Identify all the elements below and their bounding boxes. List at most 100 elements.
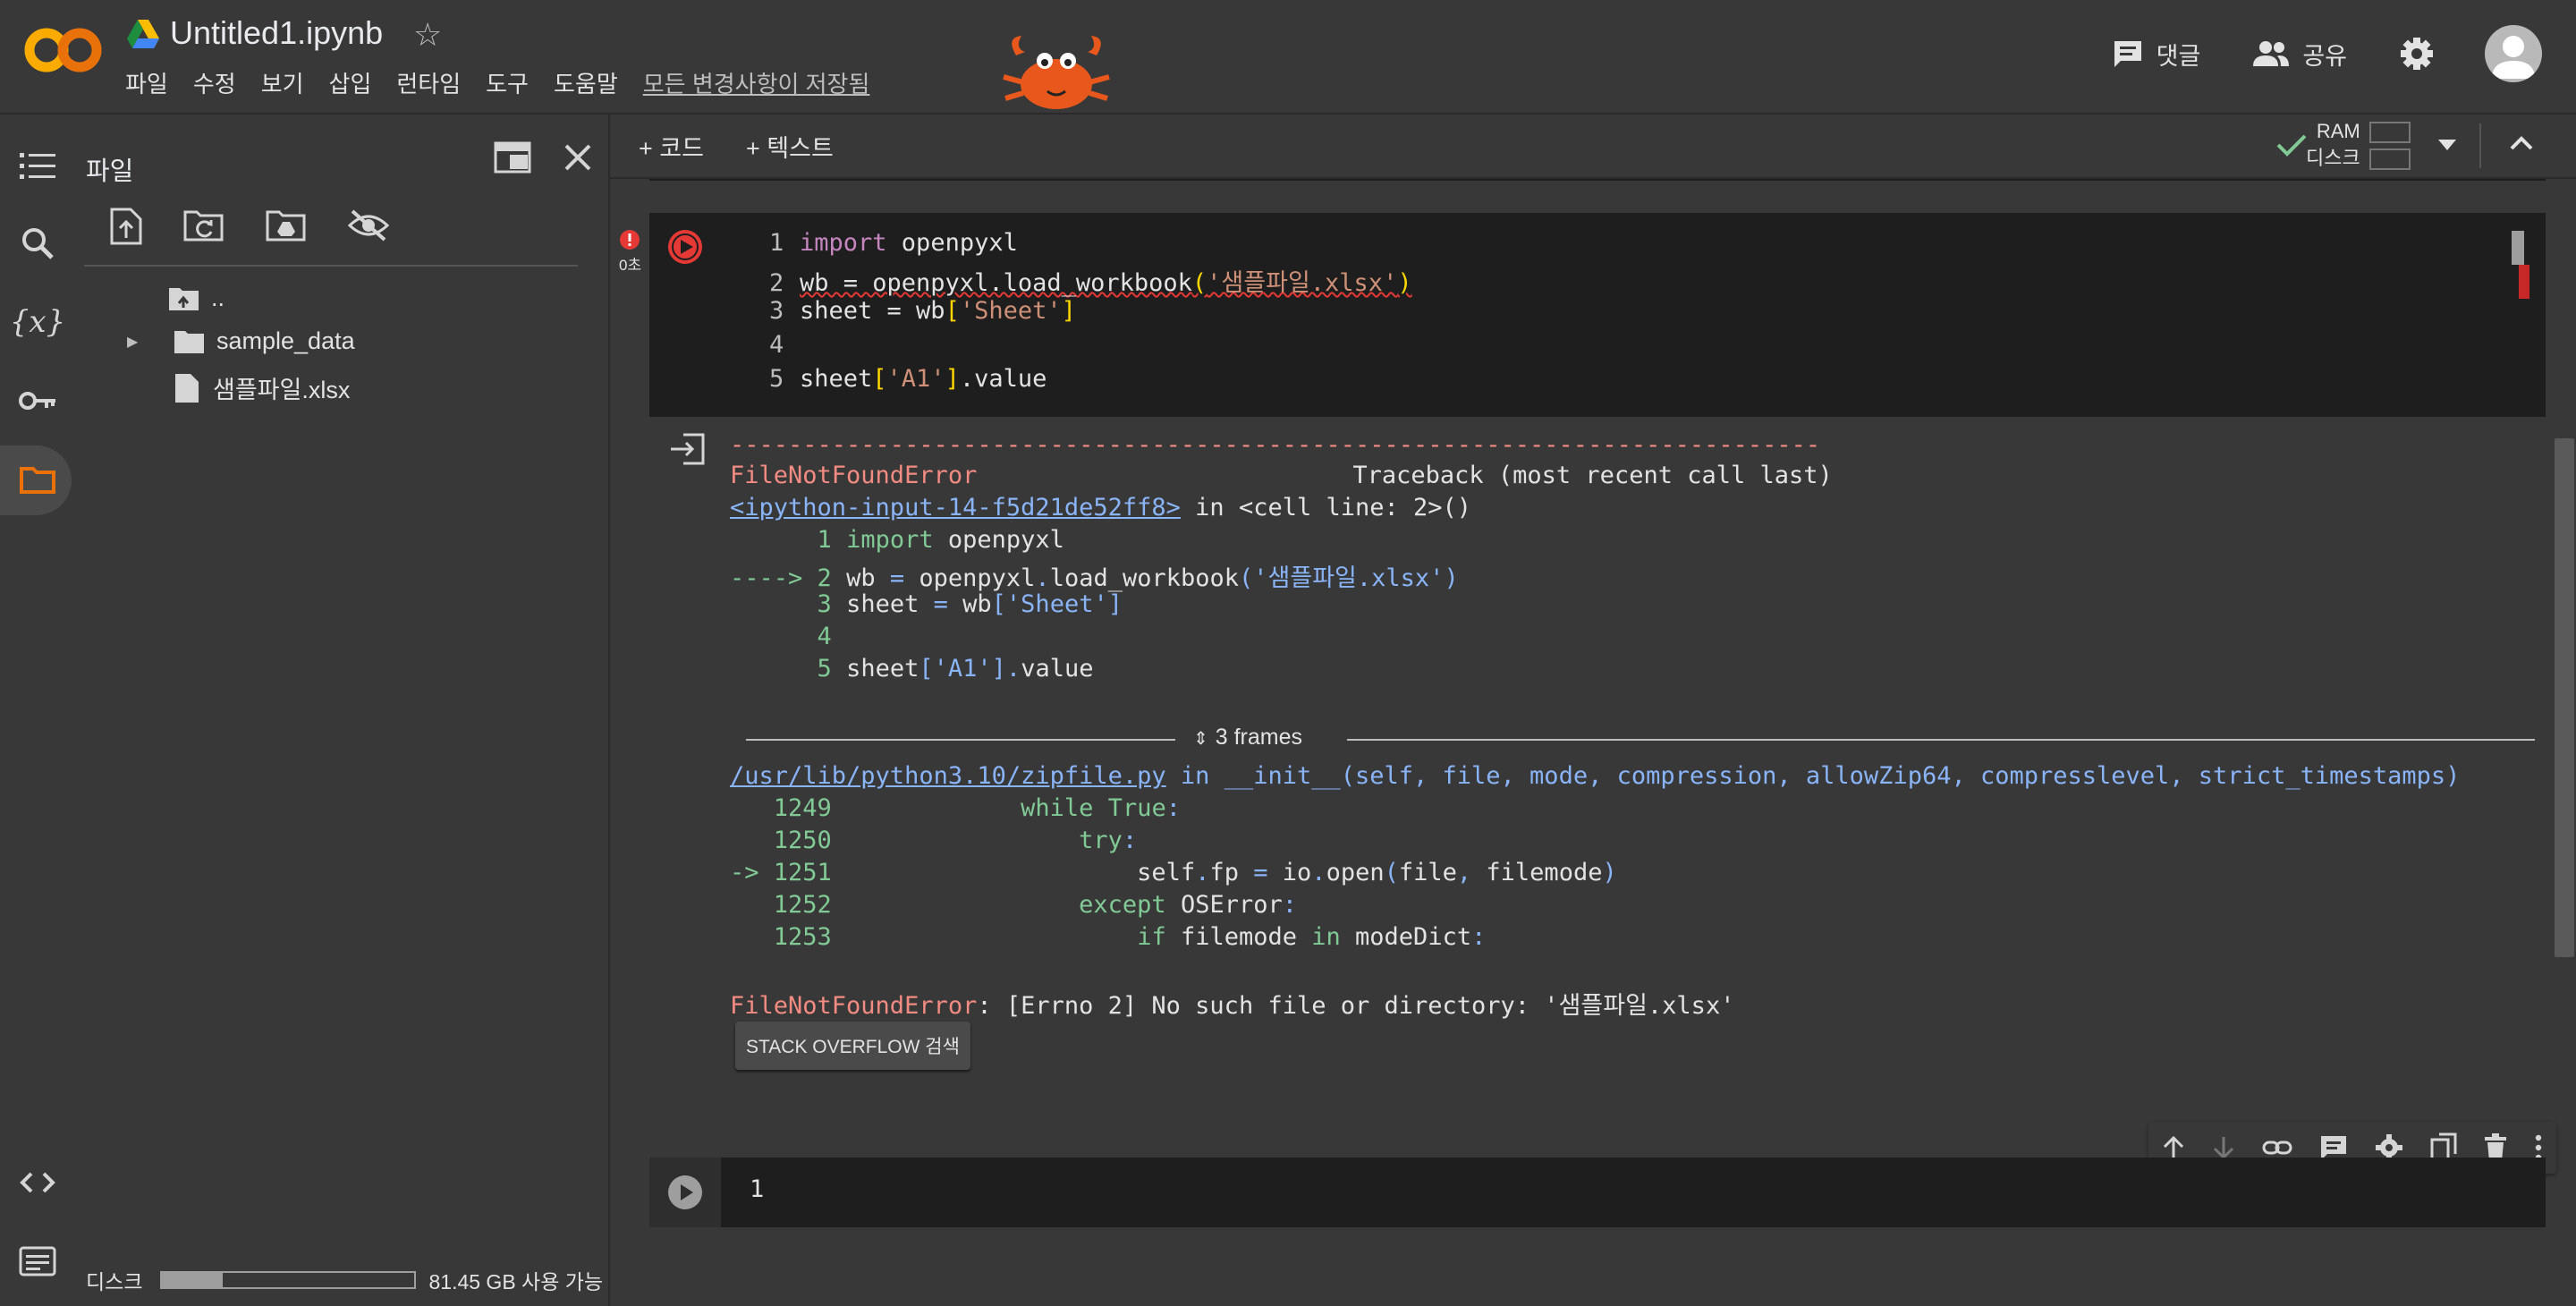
add-code-button[interactable]: + 코드	[639, 129, 704, 164]
hide-files-eye-icon[interactable]	[347, 208, 390, 243]
tb-code-5: 5 sheet['A1'].value	[817, 655, 1094, 683]
search-icon[interactable]	[16, 222, 59, 265]
comment-label: 댓글	[2156, 42, 2201, 70]
notebook-title[interactable]: Untitled1.ipynb	[170, 14, 383, 52]
collapse-header-chevron-up-icon[interactable]	[2510, 136, 2533, 150]
variables-icon[interactable]: {x}	[10, 301, 65, 343]
comment-button[interactable]: 댓글	[2112, 37, 2201, 72]
move-down-arrow-icon[interactable]	[2212, 1135, 2235, 1160]
cell-gutter	[649, 213, 721, 417]
disk-free-text: 81.45 GB 사용 가능	[428, 1270, 604, 1293]
file-icon	[175, 373, 199, 403]
exec-time: 0초	[619, 257, 642, 274]
code-line-4: 4	[769, 331, 784, 359]
files-panel: 파일 .. ▶ sample_data 샘플파일.xlsx 디스크 81.45 …	[77, 114, 610, 1306]
code-line-3: 3 sheet = wb['Sheet']	[769, 297, 1076, 325]
expand-updown-icon: ⇕	[1193, 729, 1208, 749]
avatar-person-icon	[2492, 36, 2535, 79]
dropdown-arrow-icon[interactable]	[2438, 140, 2456, 150]
cell-output: ----------------------------------------…	[649, 417, 2546, 1097]
final-error-line: FileNotFoundError: [Errno 2] No such fil…	[730, 992, 1735, 1020]
empty-cell-line: 1	[750, 1175, 765, 1203]
header-actions: 댓글 공유	[2112, 25, 2576, 82]
menu-runtime[interactable]: 런타임	[396, 66, 461, 99]
files-divider	[84, 265, 578, 267]
empty-code-cell[interactable]: 1	[649, 1158, 2546, 1227]
traceback-dashes: ----------------------------------------…	[730, 431, 1821, 459]
menu-bar: 파일 수정 보기 삽입 런타임 도구 도움말 모든 변경사항이 저장됨	[125, 66, 894, 99]
menu-edit[interactable]: 수정	[193, 66, 236, 99]
minimap-error-marker	[2519, 265, 2529, 299]
clear-output-icon[interactable]	[669, 433, 705, 465]
code-line-2: 2 wb = openpyxl.load_workbook('샘플파일.xlsx'…	[769, 269, 1412, 297]
tree-item-xlsx-file[interactable]: 샘플파일.xlsx	[122, 370, 350, 405]
move-up-arrow-icon[interactable]	[2162, 1135, 2185, 1160]
caret-right-icon[interactable]: ▶	[122, 333, 174, 351]
menu-view[interactable]: 보기	[261, 66, 304, 99]
disk-usage-fill	[162, 1273, 224, 1287]
zip-code-1253: 1253 if filemode in modeDict:	[773, 923, 1487, 951]
tb-code-3: 3 sheet = wb['Sheet']	[817, 590, 1123, 618]
zipfile-line: /usr/lib/python3.10/zipfile.py in __init…	[730, 762, 2461, 790]
folder-icon	[174, 330, 204, 353]
terminal-icon[interactable]	[16, 1240, 59, 1283]
star-icon[interactable]: ☆	[413, 16, 442, 54]
minimap-indicator	[2512, 231, 2524, 265]
refresh-folder-icon[interactable]	[182, 208, 225, 243]
table-of-contents-icon[interactable]	[16, 145, 59, 188]
tree-item-sample-data[interactable]: ▶ sample_data	[122, 327, 355, 355]
files-panel-title: 파일	[86, 157, 134, 186]
prev-cell-edge	[649, 179, 2546, 181]
code-line-5: 5 sheet['A1'].value	[769, 365, 1047, 393]
code-snippets-icon[interactable]	[16, 1161, 59, 1204]
secrets-key-icon[interactable]	[16, 379, 59, 422]
code-cell[interactable]: 1 import openpyxl 2 wb = openpyxl.load_wor…	[649, 213, 2546, 417]
menu-help[interactable]: 도움말	[554, 66, 618, 99]
comment-icon	[2114, 41, 2141, 67]
code-line-1: 1 import openpyxl	[769, 229, 1018, 257]
menu-insert[interactable]: 삽입	[329, 66, 372, 99]
run-cell-button[interactable]	[667, 229, 703, 265]
share-button[interactable]: 공유	[2252, 37, 2347, 72]
collapsed-frames-toggle[interactable]: ⇕ 3 frames	[746, 723, 2535, 755]
tree-item-label: ..	[211, 284, 225, 311]
notebook-scrollbar[interactable]	[2555, 438, 2574, 957]
close-icon[interactable]	[564, 143, 592, 172]
zip-code-1249: 1249 while True:	[773, 794, 1181, 822]
side-icon-rail: {x}	[0, 114, 78, 1306]
files-folder-icon[interactable]	[16, 458, 59, 501]
google-drive-icon	[127, 20, 159, 48]
add-text-button[interactable]: + 텍스트	[746, 129, 834, 164]
tree-item-parent[interactable]: ..	[122, 284, 225, 312]
menu-tools[interactable]: 도구	[486, 66, 529, 99]
tb-code-4: 4	[817, 623, 832, 650]
tb-code-2: ----> 2 wb = openpyxl.load_workbook('샘플파…	[730, 564, 1459, 592]
disk-usage: 디스크 81.45 GB 사용 가능	[86, 1265, 603, 1295]
disk-label: 디스크	[86, 1270, 143, 1293]
resource-monitor[interactable]: RAM 디스크	[2306, 118, 2411, 172]
settings-gear-icon[interactable]	[2399, 36, 2435, 72]
tree-item-label: 샘플파일.xlsx	[213, 377, 351, 403]
crab-mascot-icon	[1003, 36, 1110, 109]
user-avatar[interactable]	[2485, 25, 2542, 82]
saved-status-link[interactable]: 모든 변경사항이 저장됨	[643, 66, 870, 99]
menu-file[interactable]: 파일	[125, 66, 168, 99]
zip-code-1250: 1250 try:	[773, 827, 1138, 854]
ipython-input-link[interactable]: <ipython-input-14-f5d21de52ff8>	[730, 494, 1181, 522]
open-in-tab-icon[interactable]	[494, 141, 531, 174]
run-cell-button[interactable]	[667, 1175, 703, 1210]
tree-item-label: sample_data	[216, 327, 355, 354]
upload-file-icon[interactable]	[109, 208, 143, 245]
ram-bar	[2368, 122, 2411, 144]
frames-rule-left	[746, 739, 1175, 741]
traceback-header: FileNotFoundError Traceback (most recent …	[730, 462, 1833, 489]
zipfile-link[interactable]: /usr/lib/python3.10/zipfile.py	[730, 762, 1166, 790]
notebook-toolbar: + 코드 + 텍스트 RAM 디스크	[610, 114, 2576, 179]
traceback-input-line: <ipython-input-14-f5d21de52ff8> in <cell…	[730, 494, 1472, 522]
disk-bar-mini	[2368, 148, 2411, 171]
connected-check-icon	[2276, 134, 2307, 157]
link-icon[interactable]	[2262, 1139, 2292, 1157]
stack-overflow-search-button[interactable]: STACK OVERFLOW 검색	[735, 1022, 970, 1070]
colab-logo[interactable]	[23, 23, 104, 77]
mount-drive-icon[interactable]	[265, 208, 308, 243]
